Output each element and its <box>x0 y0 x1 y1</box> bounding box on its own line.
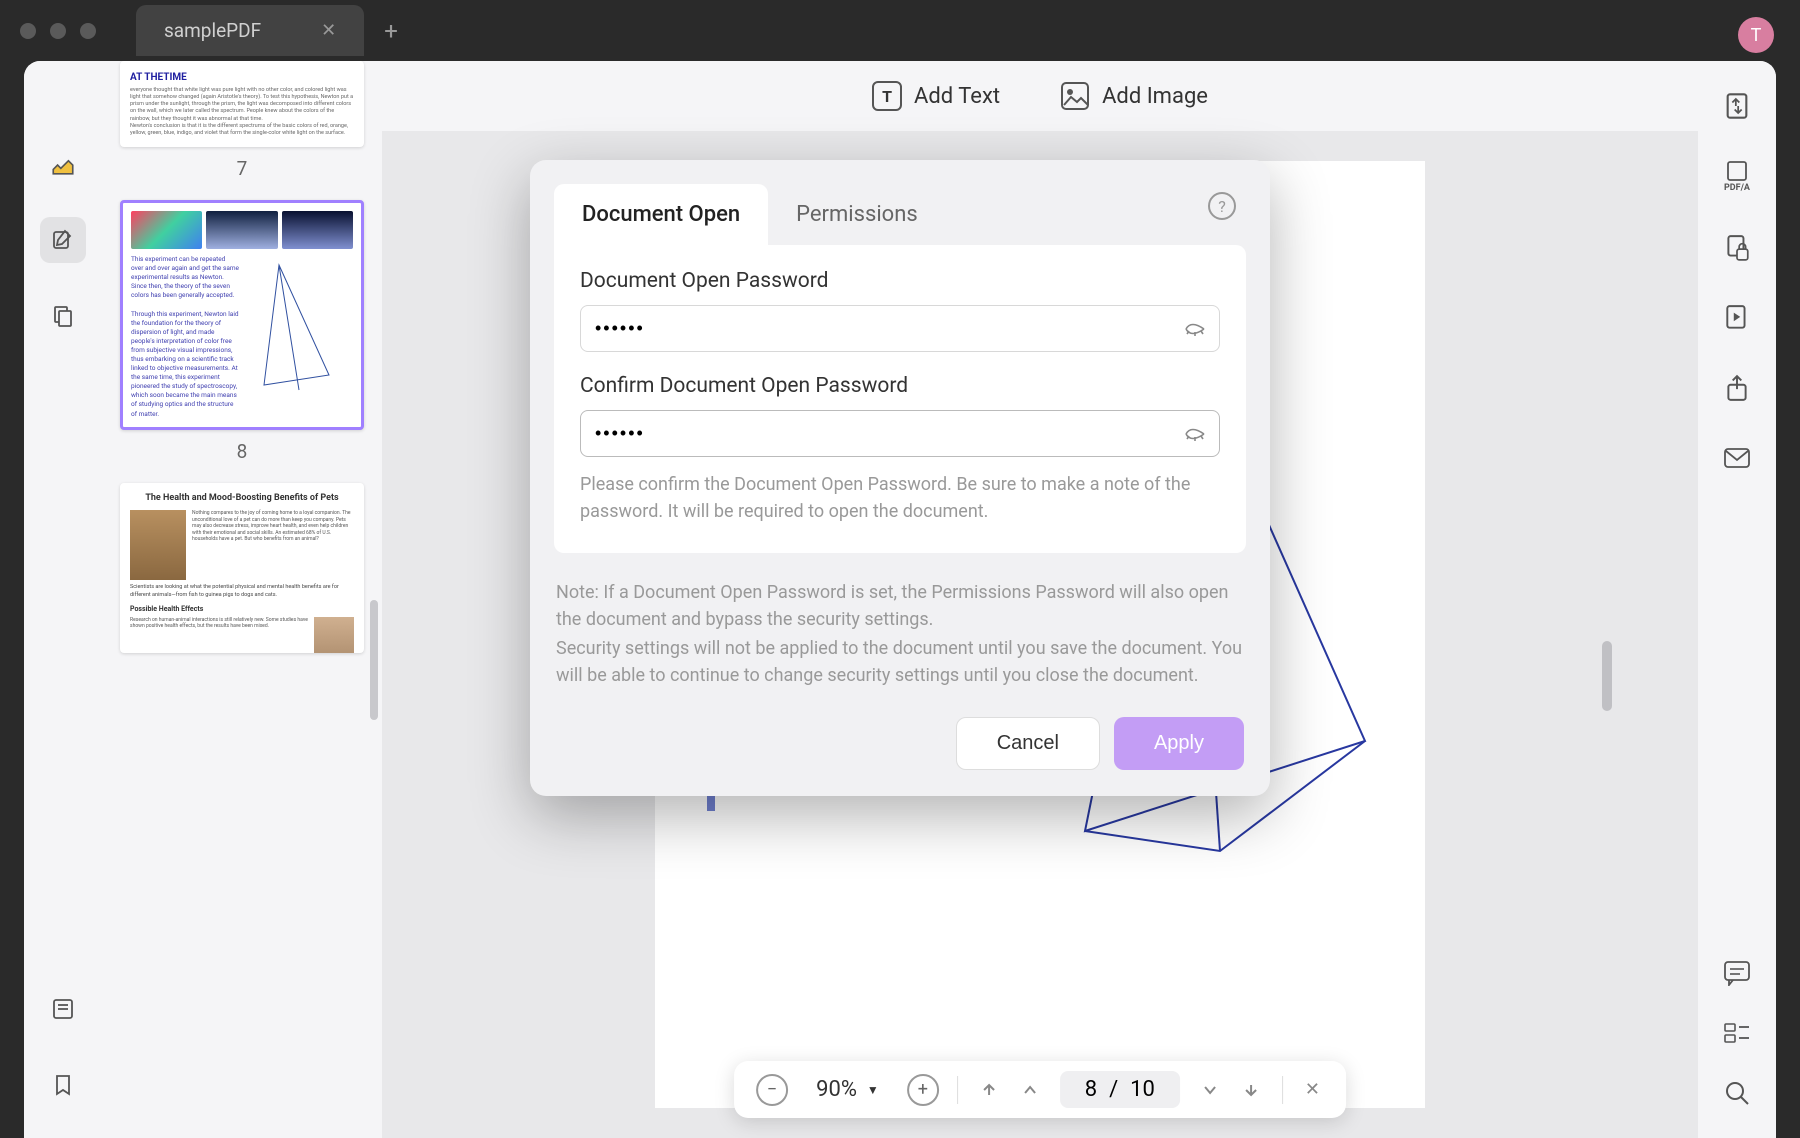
modal-content: Document Open Password Confirm Document … <box>554 245 1246 553</box>
password-input[interactable] <box>580 305 1220 352</box>
confirm-password-label: Confirm Document Open Password <box>580 374 1220 398</box>
toggle-password-visibility-icon[interactable] <box>1184 321 1206 337</box>
toggle-confirm-visibility-icon[interactable] <box>1184 426 1206 442</box>
apply-button[interactable]: Apply <box>1114 717 1244 770</box>
note-line-1: Note: If a Document Open Password is set… <box>556 579 1244 633</box>
modal-note: Note: If a Document Open Password is set… <box>530 553 1270 697</box>
cancel-button[interactable]: Cancel <box>956 717 1100 770</box>
note-line-2: Security settings will not be applied to… <box>556 635 1244 689</box>
tab-document-open[interactable]: Document Open <box>554 184 768 245</box>
modal-overlay: Document Open Permissions ? Document Ope… <box>0 0 1800 1138</box>
tab-permissions[interactable]: Permissions <box>768 184 946 245</box>
security-modal: Document Open Permissions ? Document Ope… <box>530 160 1270 796</box>
modal-tabs: Document Open Permissions ? <box>530 160 1270 245</box>
help-icon[interactable]: ? <box>1208 192 1236 220</box>
confirm-password-input[interactable] <box>580 410 1220 457</box>
modal-footer: Cancel Apply <box>530 697 1270 796</box>
confirm-help-text: Please confirm the Document Open Passwor… <box>580 471 1220 525</box>
password-label: Document Open Password <box>580 269 1220 293</box>
